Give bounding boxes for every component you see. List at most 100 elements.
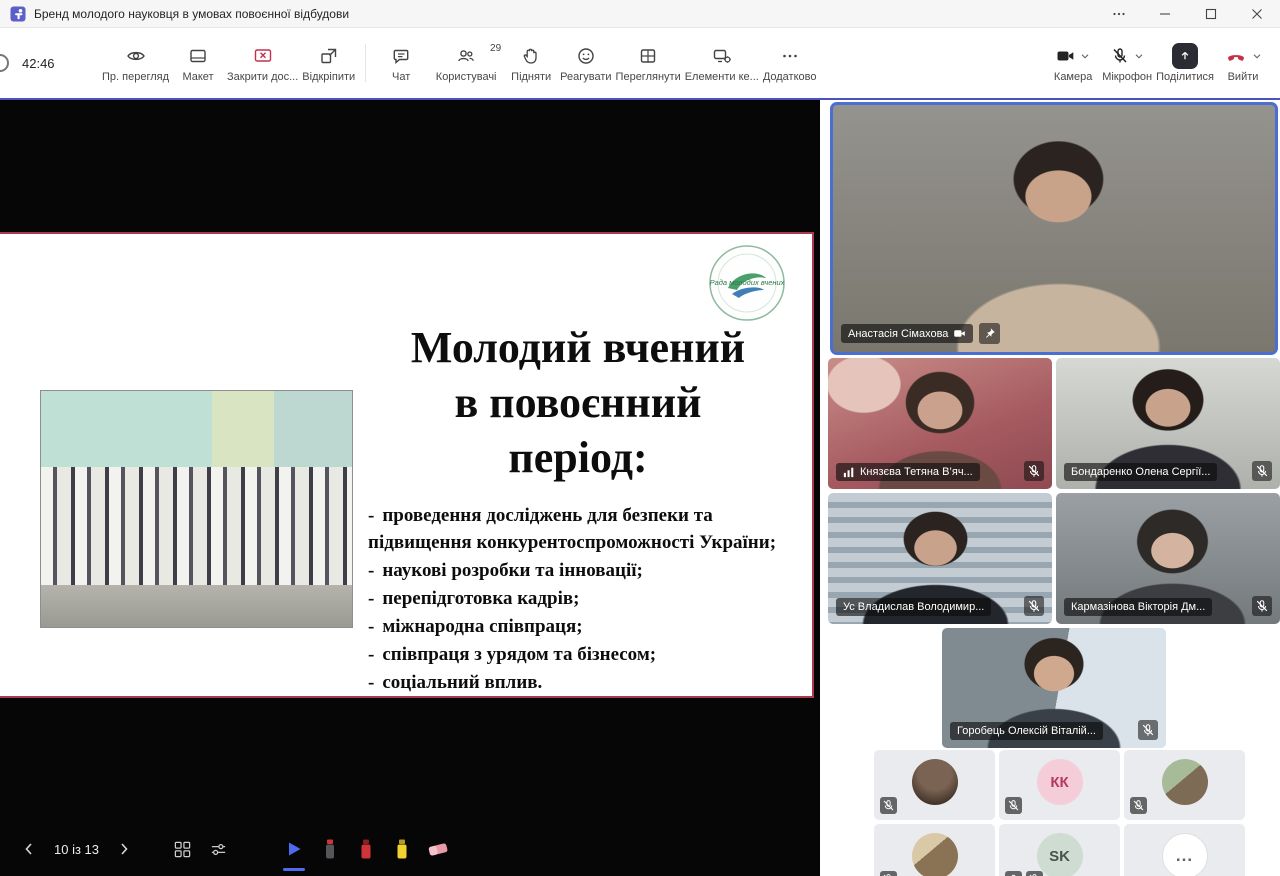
- red-pen-icon: [358, 837, 374, 861]
- stop-sharing-label: Закрити дос...: [227, 71, 298, 83]
- mic-muted-icon: [1026, 871, 1043, 876]
- maximize-button[interactable]: [1188, 0, 1234, 27]
- pointer-tool-button[interactable]: [279, 834, 309, 864]
- eraser-tool-button[interactable]: [423, 834, 453, 864]
- minimize-button[interactable]: [1142, 0, 1188, 27]
- raise-hand-button[interactable]: Підняти: [504, 40, 558, 87]
- slide-title: Молодий вчений в повоєнний період:: [352, 320, 804, 485]
- layout-button[interactable]: Макет: [171, 40, 225, 87]
- participants-button[interactable]: 29 Користувачі: [428, 40, 504, 87]
- slide-title-line-1: Молодий вчений: [352, 320, 804, 375]
- unpin-button[interactable]: Відкріпити: [300, 40, 357, 87]
- camera-controls-button[interactable]: Елементи ке...: [683, 40, 761, 87]
- pin-icon[interactable]: [979, 323, 1000, 344]
- device-controls: Камера Мікрофон: [1046, 40, 1270, 87]
- audio-tile-photo-1[interactable]: [874, 750, 995, 820]
- participant-name: Горобець Олексій Віталій...: [957, 725, 1096, 737]
- share-label: Поділитися: [1156, 71, 1214, 83]
- close-icon: [1251, 8, 1263, 20]
- highlighter-tool-button[interactable]: [387, 834, 417, 864]
- participant-name-chip: Князєва Тетяна В’яч...: [836, 463, 980, 481]
- young-scientists-council-logo: Рада молодих вчених: [708, 244, 786, 322]
- mic-muted-icon: [1252, 596, 1272, 616]
- video-tile-horobets[interactable]: Горобець Олексій Віталій...: [942, 628, 1166, 748]
- camera-controls-label: Елементи ке...: [685, 71, 759, 83]
- video-tile-us[interactable]: Ус Владислав Володимир...: [828, 493, 1052, 624]
- view-button[interactable]: Переглянути: [614, 40, 683, 87]
- eraser-icon: [426, 838, 450, 860]
- video-tile-bondarenko[interactable]: Бондаренко Олена Сергії...: [1056, 358, 1280, 489]
- presentation-slide: Рада молодих вчених Молодий вчений в пов…: [0, 232, 814, 698]
- mic-muted-icon: [880, 797, 897, 814]
- participant-name: Князєва Тетяна В’яч...: [860, 466, 973, 478]
- leave-button[interactable]: Вийти: [1216, 40, 1270, 87]
- people-icon: [456, 46, 476, 66]
- video-tile-karmazinova[interactable]: Кармазінова Вікторія Дм...: [1056, 493, 1280, 624]
- popout-icon: [319, 46, 339, 66]
- participant-name-chip: Кармазінова Вікторія Дм...: [1064, 598, 1212, 616]
- camera-controls-icon: [712, 46, 732, 66]
- react-button[interactable]: Реагувати: [558, 40, 613, 87]
- stop-sharing-button[interactable]: Закрити дос...: [225, 40, 300, 87]
- overflow-participants-tile[interactable]: ...: [1124, 824, 1245, 876]
- audio-tile-sk[interactable]: SK: [999, 824, 1120, 876]
- laser-pointer-icon: [322, 837, 338, 861]
- bullet-text: соціальний вплив.: [382, 672, 542, 693]
- slide-bullet: -перепідготовка кадрів;: [368, 585, 798, 612]
- window-more-button[interactable]: [1096, 0, 1142, 27]
- stop-share-icon: [253, 46, 273, 66]
- avatar: [912, 759, 958, 805]
- chevron-down-icon: [1079, 50, 1091, 62]
- camera-label: Камера: [1054, 71, 1092, 83]
- sliders-icon: [209, 840, 228, 859]
- slide-bullet: -проведення досліджень для безпеки та пі…: [368, 502, 798, 556]
- slide-bullet: -соціальний вплив.: [368, 669, 798, 696]
- more-actions-button[interactable]: Додатково: [761, 40, 819, 87]
- participant-name-chip: Ус Владислав Володимир...: [836, 598, 991, 616]
- bullet-marker: -: [368, 505, 374, 526]
- view-label: Переглянути: [616, 71, 681, 83]
- eye-icon: [126, 46, 146, 66]
- pointer-tool-icon: [284, 839, 304, 859]
- shared-screen-stage: Рада молодих вчених Молодий вчений в пов…: [0, 100, 820, 876]
- share-button[interactable]: Поділитися: [1154, 40, 1216, 87]
- close-button[interactable]: [1234, 0, 1280, 27]
- laser-pointer-tool-button[interactable]: [315, 834, 345, 864]
- raise-hand-icon: [521, 46, 541, 66]
- meeting-toolbar: 42:46 Пр. перегляд Макет Закрити дос...: [0, 28, 1280, 100]
- participant-name: Кармазінова Вікторія Дм...: [1071, 601, 1205, 613]
- bullet-marker: -: [368, 588, 374, 609]
- microphone-button[interactable]: Мікрофон: [1100, 40, 1154, 87]
- participant-name: Анастасія Сімахова: [848, 328, 948, 340]
- chat-button[interactable]: Чат: [374, 40, 428, 87]
- attendee-info-icon: [1005, 871, 1022, 876]
- meeting-timer: 42:46: [0, 28, 55, 98]
- audio-tile-kk[interactable]: КК: [999, 750, 1120, 820]
- camera-button[interactable]: Камера: [1046, 40, 1100, 87]
- presenter-view-button[interactable]: Пр. перегляд: [100, 40, 171, 87]
- overflow-ellipsis: ...: [1162, 833, 1208, 876]
- slide-bullet: -міжнародна співпраця;: [368, 613, 798, 640]
- slide-bullet-list: -проведення досліджень для безпеки та пі…: [368, 502, 798, 697]
- prev-slide-button[interactable]: [14, 834, 44, 864]
- presenter-view-label: Пр. перегляд: [102, 71, 169, 83]
- next-slide-button[interactable]: [109, 834, 139, 864]
- bullet-text: міжнародна співпраця;: [382, 616, 582, 637]
- slide-title-line-2: в повоєнний: [352, 375, 804, 430]
- unpin-label: Відкріпити: [302, 71, 355, 83]
- red-pen-tool-button[interactable]: [351, 834, 381, 864]
- window-controls: [1096, 0, 1280, 27]
- audio-tile-photo-2[interactable]: [1124, 750, 1245, 820]
- mic-muted-icon: [880, 871, 897, 876]
- bullet-text: наукові розробки та інновації;: [382, 560, 643, 581]
- video-tile-simakhova[interactable]: Анастасія Сімахова: [830, 102, 1278, 355]
- mic-muted-icon: [1110, 46, 1130, 66]
- participants-count-badge: 29: [490, 43, 501, 54]
- slide-options-button[interactable]: [203, 834, 233, 864]
- bullet-marker: -: [368, 672, 374, 693]
- slide-grid-view-button[interactable]: [167, 834, 197, 864]
- avatar: [1162, 759, 1208, 805]
- audio-tile-photo-3[interactable]: [874, 824, 995, 876]
- video-tile-kniazieva[interactable]: Князєва Тетяна В’яч...: [828, 358, 1052, 489]
- leave-label: Вийти: [1228, 71, 1259, 83]
